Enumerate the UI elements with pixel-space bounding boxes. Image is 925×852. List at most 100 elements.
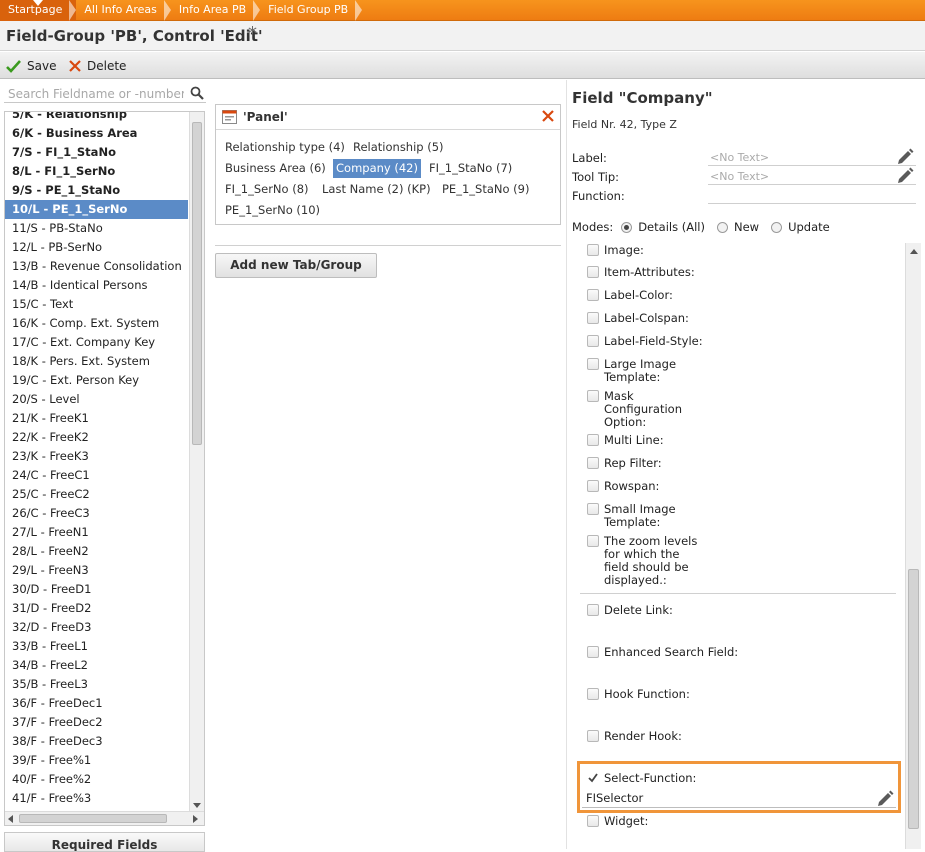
panel-tab-item[interactable]: Business Area (6) [222, 159, 329, 178]
field-list-item[interactable]: 6/K - Business Area [5, 124, 188, 143]
field-list-item[interactable]: 35/B - FreeL3 [5, 675, 188, 694]
scroll-left-arrow-icon[interactable] [8, 815, 13, 823]
option-checkbox[interactable] [587, 335, 599, 347]
option-checkbox[interactable] [587, 312, 599, 324]
option-checkbox[interactable] [587, 289, 599, 301]
panel-tab-item[interactable]: PE_1_SerNo (10) [222, 201, 323, 220]
field-list-item[interactable]: 13/B - Revenue Consolidation [5, 257, 188, 276]
panel-tab-item[interactable]: Company (42) [333, 159, 421, 178]
field-list-item[interactable]: 24/C - FreeC1 [5, 466, 188, 485]
field-list-item[interactable]: 27/L - FreeN1 [5, 523, 188, 542]
option-checkbox[interactable] [587, 457, 599, 469]
scroll-down-arrow-icon[interactable] [193, 803, 201, 808]
field-list-item[interactable]: 10/L - PE_1_SerNo [5, 200, 188, 219]
field-list-item[interactable]: 20/S - Level [5, 390, 188, 409]
breadcrumb: Startpage All Info Areas Info Area PB Fi… [0, 0, 925, 21]
scroll-right-arrow-icon[interactable] [193, 815, 198, 823]
modes-caption: Modes: [572, 220, 614, 234]
field-list-item[interactable]: 11/S - PB-StaNo [5, 219, 188, 238]
field-list-horizontal-scrollbar[interactable] [5, 811, 204, 825]
field-list-item[interactable]: 22/K - FreeK2 [5, 428, 188, 447]
save-button[interactable]: Save [6, 57, 56, 75]
field-list-item[interactable]: 26/C - FreeC3 [5, 504, 188, 523]
field-list-vertical-scrollbar[interactable] [189, 112, 204, 812]
field-list-item[interactable]: 17/C - Ext. Company Key [5, 333, 188, 352]
option-checkbox[interactable] [587, 815, 599, 827]
options-scroll-thumb[interactable] [908, 569, 919, 829]
option-label: Hook Function: [604, 687, 690, 701]
option-checkbox[interactable] [587, 503, 599, 515]
field-list-item[interactable]: 41/F - Free%3 [5, 789, 188, 808]
mode-new-radio[interactable] [716, 221, 728, 233]
option-label: Label-Field-Style: [604, 334, 703, 348]
edit-pencil-icon[interactable] [897, 167, 914, 184]
option-checkbox[interactable] [587, 266, 599, 278]
field-list-item[interactable]: 34/B - FreeL2 [5, 656, 188, 675]
option-checkbox[interactable] [587, 688, 599, 700]
field-list-item[interactable]: 7/S - FI_1_StaNo [5, 143, 188, 162]
field-list-item[interactable]: 18/K - Pers. Ext. System [5, 352, 188, 371]
field-list-item[interactable]: 39/F - Free%1 [5, 751, 188, 770]
field-list-item[interactable]: 28/L - FreeN2 [5, 542, 188, 561]
field-list-item[interactable]: 40/F - Free%2 [5, 770, 188, 789]
option-checkbox[interactable] [587, 390, 599, 402]
field-list-item[interactable]: 14/B - Identical Persons [5, 276, 188, 295]
option-label: Label-Colspan: [604, 311, 689, 325]
edit-pencil-icon[interactable] [877, 790, 894, 807]
title-bar: Field-Group 'PB', Control 'Edit' * [0, 21, 925, 51]
panel-tab-item[interactable]: PE_1_StaNo (9) [439, 180, 532, 199]
field-list-item[interactable]: 29/L - FreeN3 [5, 561, 188, 580]
field-list-item[interactable]: 16/K - Comp. Ext. System [5, 314, 188, 333]
panel-tab-item[interactable]: FI_1_StaNo (7) [426, 159, 515, 178]
tooltip-field[interactable]: <No Text> [708, 169, 916, 185]
mode-details-radio[interactable] [621, 221, 633, 233]
option-checkbox[interactable] [587, 358, 599, 370]
breadcrumb-field-group-pb[interactable]: Field Group PB [260, 0, 363, 21]
option-checkbox[interactable] [587, 244, 599, 256]
edit-pencil-icon[interactable] [897, 148, 914, 165]
field-list-item[interactable]: 30/D - FreeD1 [5, 580, 188, 599]
option-checkbox[interactable] [587, 480, 599, 492]
field-list-item[interactable]: 23/K - FreeK3 [5, 447, 188, 466]
breadcrumb-info-area-pb[interactable]: Info Area PB [171, 0, 261, 21]
field-list-item[interactable]: 33/B - FreeL1 [5, 637, 188, 656]
mode-update-radio[interactable] [771, 221, 783, 233]
panel-tab-item[interactable]: Last Name (2) (KP) [319, 180, 434, 199]
scroll-up-arrow-icon[interactable] [910, 249, 918, 254]
select-function-input[interactable]: FISelector [582, 789, 896, 808]
field-list-item[interactable]: 36/F - FreeDec1 [5, 694, 188, 713]
options-scrollbar[interactable] [905, 243, 921, 849]
breadcrumb-all-info-areas[interactable]: All Info Areas [76, 0, 171, 21]
search-icon[interactable] [190, 86, 204, 100]
option-checkbox[interactable] [587, 604, 599, 616]
field-list-item[interactable]: 31/D - FreeD2 [5, 599, 188, 618]
option-checkbox[interactable] [587, 730, 599, 742]
vertical-scroll-thumb[interactable] [192, 122, 202, 445]
function-field[interactable] [708, 188, 916, 204]
field-list-item[interactable]: 5/K - Relationship [5, 112, 188, 124]
field-list-item[interactable]: 15/C - Text [5, 295, 188, 314]
field-list-item[interactable]: 32/D - FreeD3 [5, 618, 188, 637]
label-field[interactable]: <No Text> [708, 150, 916, 166]
delete-button[interactable]: Delete [69, 57, 126, 75]
field-list-item[interactable]: 9/S - PE_1_StaNo [5, 181, 188, 200]
panel-tab-item[interactable]: Relationship (5) [350, 138, 447, 157]
option-checkbox[interactable] [587, 535, 599, 547]
option-checkbox[interactable] [587, 434, 599, 446]
field-list-item[interactable]: 21/K - FreeK1 [5, 409, 188, 428]
horizontal-scroll-thumb[interactable] [19, 814, 167, 823]
field-list-item[interactable]: 25/C - FreeC2 [5, 485, 188, 504]
close-icon[interactable] [542, 110, 554, 122]
field-list-item[interactable]: 19/C - Ext. Person Key [5, 371, 188, 390]
field-list-item[interactable]: 38/F - FreeDec3 [5, 732, 188, 751]
panel-tab-item[interactable]: FI_1_SerNo (8) [222, 180, 312, 199]
search-input[interactable] [8, 86, 184, 102]
field-list-item[interactable]: 12/L - PB-SerNo [5, 238, 188, 257]
option-checkbox[interactable] [587, 646, 599, 658]
field-list-item[interactable]: 8/L - FI_1_SerNo [5, 162, 188, 181]
breadcrumb-startpage[interactable]: Startpage [0, 0, 77, 21]
panel-tab-item[interactable]: Relationship type (4) [222, 138, 348, 157]
add-tab-group-button[interactable]: Add new Tab/Group [215, 253, 377, 278]
required-fields-header[interactable]: Required Fields [4, 832, 205, 852]
field-list-item[interactable]: 37/F - FreeDec2 [5, 713, 188, 732]
